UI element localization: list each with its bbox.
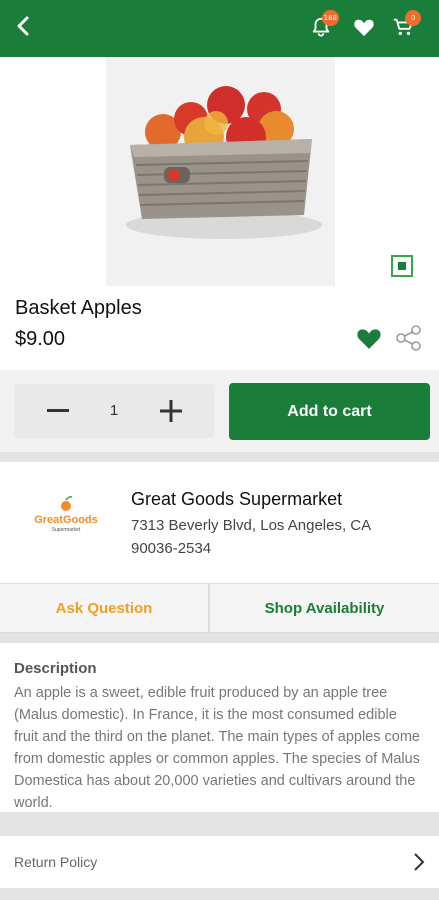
return-policy-row[interactable]: Return Policy (0, 836, 439, 888)
ask-question-button[interactable]: Ask Question (0, 584, 208, 632)
top-app-bar: 188 0 (0, 0, 439, 57)
store-logo-mark: GreatGoods Supermarket (34, 496, 98, 533)
return-policy-label: Return Policy (14, 854, 98, 870)
description-text: An apple is a sweet, edible fruit produc… (14, 685, 420, 811)
product-price: $9.00 (15, 328, 66, 350)
store-logo: GreatGoods Supermarket (28, 495, 104, 539)
apple-basket-illustration (106, 57, 335, 286)
section-divider (0, 452, 439, 462)
back-arrow-icon (17, 16, 29, 36)
product-name: Basket Apples (15, 297, 142, 319)
store-logo-text: GreatGoods (34, 514, 98, 526)
increase-quantity-button[interactable] (144, 384, 198, 438)
chevron-right-icon (414, 853, 425, 871)
heart-icon (354, 19, 374, 37)
section-divider (0, 888, 439, 900)
favorite-heart-icon[interactable] (356, 326, 382, 350)
store-name[interactable]: Great Goods Supermarket (131, 489, 342, 510)
decrease-quantity-button[interactable] (31, 384, 85, 438)
variant-select-icon[interactable] (391, 255, 413, 277)
notifications-count-badge: 188 (321, 10, 339, 26)
cart-count-badge: 0 (405, 10, 421, 26)
cart-button[interactable]: 0 (387, 10, 421, 43)
shop-availability-button[interactable]: Shop Availability (210, 584, 439, 632)
action-tabs: Ask Question Shop Availability (0, 583, 439, 633)
minus-icon (47, 409, 69, 412)
quantity-value: 1 (109, 402, 119, 419)
add-to-cart-button[interactable]: Add to cart (229, 383, 430, 440)
store-address-line1: 7313 Beverly Blvd, Los Angeles, CA (131, 517, 372, 534)
store-logo-subtext: Supermarket (52, 527, 81, 533)
store-address-line2: 90036-2534 (131, 540, 212, 557)
description-title: Description (14, 660, 97, 677)
share-icon[interactable] (395, 324, 423, 352)
wishlist-button[interactable] (348, 11, 380, 43)
section-divider (0, 633, 439, 643)
plus-icon (160, 400, 182, 422)
quantity-stepper: 1 (14, 384, 214, 438)
product-image[interactable] (106, 57, 335, 286)
variant-dot (398, 262, 406, 270)
back-button[interactable] (6, 8, 42, 44)
notifications-button[interactable]: 188 (305, 10, 339, 43)
section-divider (0, 812, 439, 836)
